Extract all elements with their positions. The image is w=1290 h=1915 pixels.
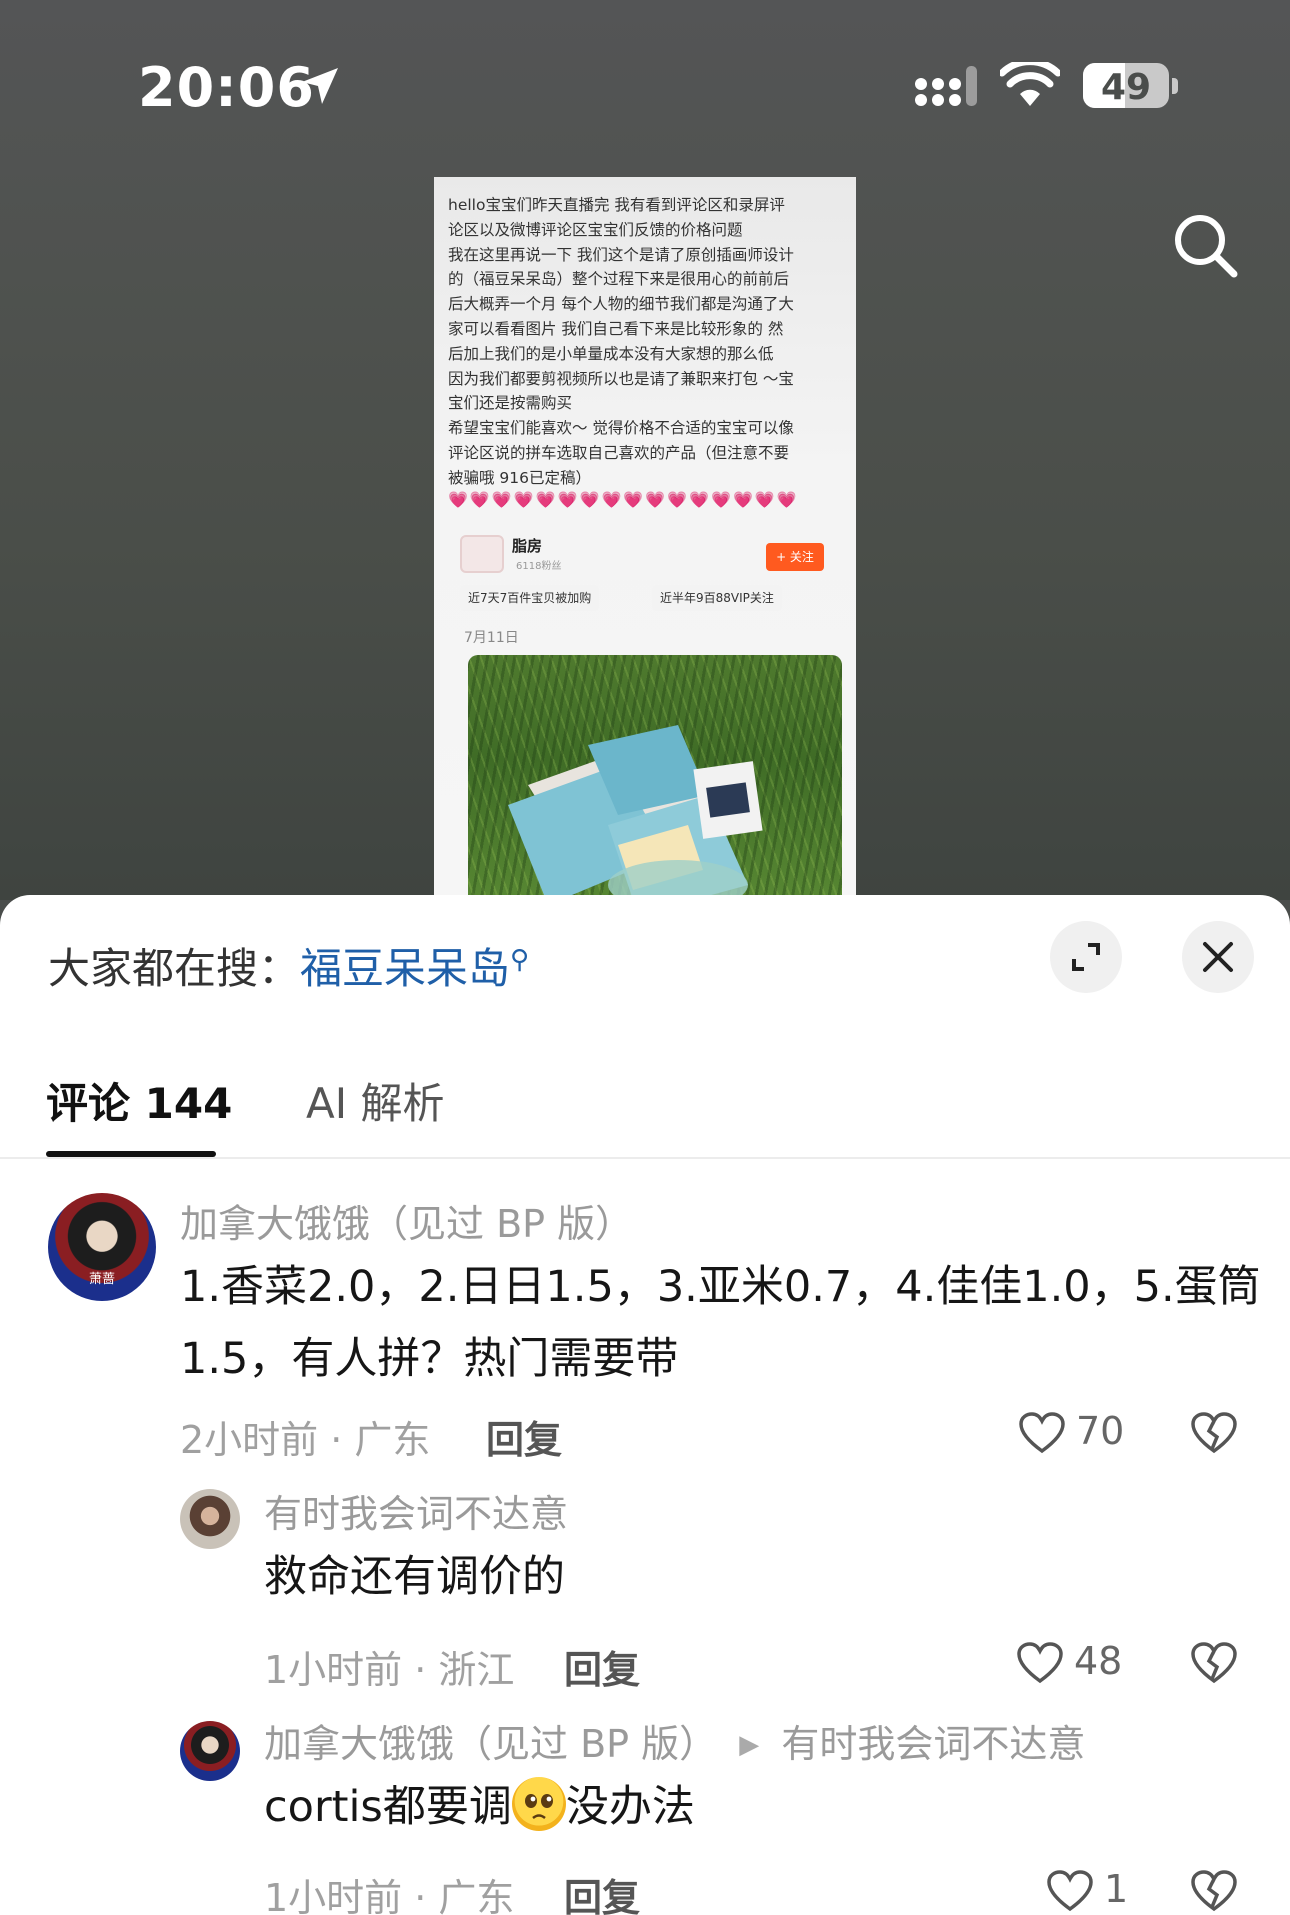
comment-meta: 2小时前 · 广东: [180, 1418, 431, 1462]
like-count: 48: [1074, 1639, 1123, 1683]
avatar[interactable]: 萧蔷: [48, 1193, 156, 1301]
reply-button[interactable]: 回复: [564, 1639, 640, 1694]
search-icon[interactable]: [1170, 210, 1242, 282]
comment-text-after: 没办法: [565, 1782, 695, 1832]
avatar[interactable]: [180, 1489, 240, 1549]
reply-arrow-icon: ▶: [739, 1730, 760, 1760]
avatar-label: 萧蔷: [88, 1272, 115, 1287]
signal-icon: [915, 66, 977, 106]
avatar[interactable]: [180, 1721, 240, 1781]
post-image[interactable]: hello宝宝们昨天直播完 我有看到评论区和录屏评 论区以及微博评论区宝宝们反馈…: [434, 177, 856, 907]
reply-button[interactable]: 回复: [486, 1409, 562, 1464]
shop-card: 脂房 6118粉丝 + 关注 近7天7百件宝贝被加购 近半年9百88VIP关注 …: [460, 527, 842, 907]
close-icon: [1203, 942, 1233, 972]
like-count: 1: [1104, 1867, 1129, 1911]
product-photo: [468, 655, 842, 907]
battery-nub: [1172, 78, 1178, 94]
comment-text: 救命还有调价的: [264, 1552, 565, 1602]
comment-text-line2: 1.5，有人拼？热门需要带: [180, 1334, 679, 1384]
comment-username[interactable]: 加拿大饿饿（见过 BP 版）: [264, 1722, 717, 1766]
follow-button: + 关注: [766, 543, 824, 571]
close-button[interactable]: [1182, 921, 1254, 993]
hearts-row: 💗💗💗💗💗💗💗💗💗💗💗💗💗💗💗💗: [448, 490, 799, 509]
post-date: 7月11日: [464, 630, 519, 646]
expand-icon: [1072, 943, 1100, 971]
heart-icon[interactable]: [1046, 1869, 1094, 1913]
tab-ai-analysis[interactable]: AI 解析: [306, 1070, 444, 1131]
comment-text-line1: 1.香菜2.0，2.日日1.5，3.亚米0.7，4.佳佳1.0，5.蛋筒: [180, 1262, 1261, 1312]
comment-text: cortis都要调 没办法: [264, 1771, 695, 1843]
broken-heart-icon[interactable]: [1190, 1869, 1238, 1913]
heart-icon[interactable]: [1018, 1411, 1066, 1455]
search-small-icon: ⚲: [510, 945, 530, 975]
status-time: 20:06: [138, 56, 315, 119]
heart-icon[interactable]: [1016, 1641, 1064, 1685]
broken-heart-icon[interactable]: [1190, 1641, 1238, 1685]
comment-username[interactable]: 有时我会词不达意: [264, 1483, 568, 1538]
battery-icon: 49: [1083, 63, 1169, 108]
expand-button[interactable]: [1050, 921, 1122, 993]
battery-level: 49: [1100, 67, 1152, 108]
like-count: 70: [1076, 1409, 1125, 1453]
comment-meta: 1小时前 · 广东: [264, 1876, 515, 1915]
trending-prefix: 大家都在搜：: [48, 944, 301, 993]
pleading-face-emoji: [511, 1777, 566, 1831]
post-caption: hello宝宝们昨天直播完 我有看到评论区和录屏评 论区以及微博评论区宝宝们反馈…: [448, 196, 794, 487]
trending-search[interactable]: 大家都在搜：福豆呆呆岛⚲: [48, 935, 529, 996]
sales-tag: 近7天7百件宝贝被加购: [460, 585, 600, 611]
reply-to-username[interactable]: 有时我会词不达意: [781, 1722, 1085, 1766]
trending-keyword[interactable]: 福豆呆呆岛: [300, 944, 510, 993]
shop-avatar: [460, 535, 504, 573]
shop-name: 脂房: [512, 537, 543, 555]
broken-heart-icon[interactable]: [1190, 1411, 1238, 1455]
tabs-divider: [0, 1157, 1290, 1159]
tab-comments[interactable]: 评论 144: [46, 1070, 232, 1131]
wifi-icon: [1000, 62, 1060, 106]
reply-button[interactable]: 回复: [564, 1867, 640, 1915]
comment-meta: 1小时前 · 浙江: [264, 1648, 515, 1692]
location-arrow-icon: [302, 68, 338, 104]
comment-username-row: 加拿大饿饿（见过 BP 版） ▶ 有时我会词不达意: [264, 1713, 1085, 1768]
shop-followers: 6118粉丝: [516, 561, 562, 572]
comments-sheet: 大家都在搜：福豆呆呆岛⚲ 评论 144 AI 解析 萧蔷 加拿大饿饿（见过 BP…: [0, 895, 1290, 1915]
comment-username[interactable]: 加拿大饿饿（见过 BP 版）: [180, 1193, 633, 1248]
comment-text-before: cortis都要调: [264, 1782, 512, 1832]
vip-tag: 近半年9百88VIP关注: [652, 585, 782, 611]
